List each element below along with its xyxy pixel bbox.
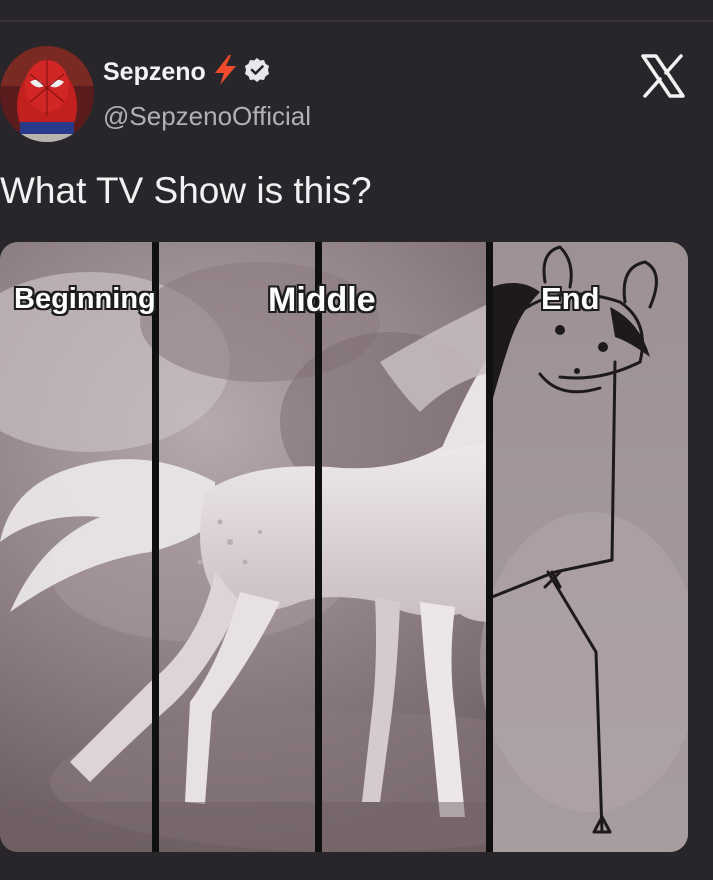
panel-divider-2 xyxy=(315,242,322,852)
author-handle[interactable]: @SepzenoOfficial xyxy=(103,101,311,132)
label-end: End xyxy=(541,281,600,316)
author-name-row[interactable]: Sepzeno xyxy=(103,52,270,92)
panel-divider-3 xyxy=(486,242,493,852)
author-display-name[interactable]: Sepzeno xyxy=(103,58,206,87)
panel-divider-1 xyxy=(152,242,159,852)
tweet-text: What TV Show is this? xyxy=(0,170,372,211)
avatar[interactable] xyxy=(0,46,94,142)
verified-badge-icon xyxy=(244,57,270,88)
label-middle: Middle xyxy=(268,281,376,319)
label-beginning: Beginning xyxy=(14,283,156,315)
x-logo-icon[interactable] xyxy=(639,52,687,100)
meme-image[interactable] xyxy=(0,242,688,852)
horse-drawing-image xyxy=(0,242,688,852)
lightning-bolt-icon xyxy=(210,54,240,91)
tweet-screenshot: Sepzeno @SepzenoOfficial What TV Show is… xyxy=(0,0,713,880)
top-divider xyxy=(0,20,713,22)
spiderman-avatar-icon xyxy=(0,46,94,142)
